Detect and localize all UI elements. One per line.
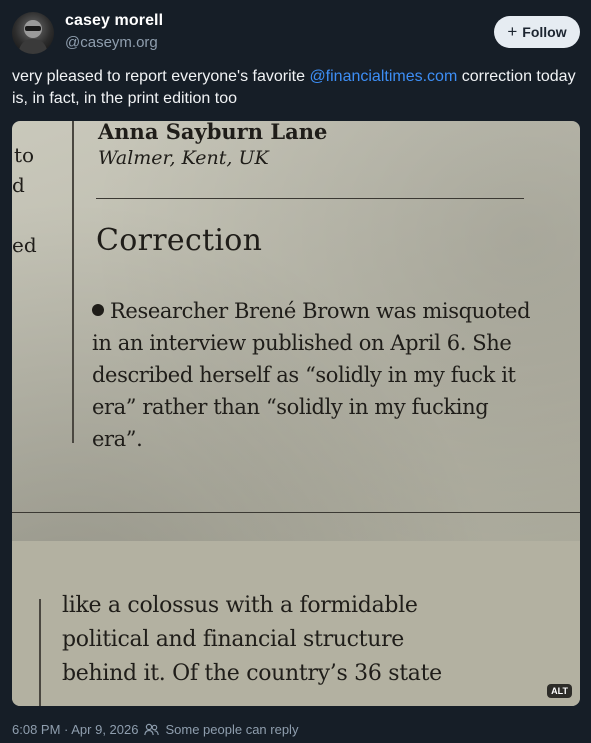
post-footer: 6:08 PM · Apr 9, 2026 Some people can re… [12,722,298,737]
plus-icon: + [507,22,518,41]
post-card: casey morell @caseym.org + Follow very p… [0,0,591,743]
people-icon [144,723,160,736]
mention-link[interactable]: @financialtimes.com [309,68,457,85]
post-text: very pleased to report everyone's favori… [12,66,578,110]
column-divider [72,121,74,443]
section-rule [12,512,580,513]
column-fragment: ed [12,233,37,257]
correction-body: Researcher Brené Brown was misquoted in … [92,295,532,455]
post-timestamp[interactable]: 6:08 PM · Apr 9, 2026 [12,722,138,737]
column-fragment: to [14,143,35,167]
follow-label: Follow [522,24,567,40]
column-fragment: d [12,173,25,197]
author-handle[interactable]: @caseym.org [65,34,158,51]
section-rule [96,198,524,199]
lower-article-text: like a colossus with a formidable politi… [62,593,442,686]
correction-heading: Correction [96,223,263,258]
bullet-icon [92,304,104,316]
letter-signature-place: Walmer, Kent, UK [98,147,269,169]
correction-body-text: Researcher Brené Brown was misquoted in … [92,299,531,451]
alt-badge[interactable]: ALT [547,684,572,698]
post-image[interactable]: Anna Sayburn Lane Walmer, Kent, UK to d … [12,121,580,706]
letter-signature-name: Anna Sayburn Lane [98,121,328,144]
avatar[interactable] [12,12,54,54]
reply-setting[interactable]: Some people can reply [165,722,298,737]
follow-button[interactable]: + Follow [494,16,580,48]
column-divider [39,599,41,706]
author-display-name[interactable]: casey morell [65,12,163,30]
post-text-start: very pleased to report everyone's favori… [12,68,310,85]
